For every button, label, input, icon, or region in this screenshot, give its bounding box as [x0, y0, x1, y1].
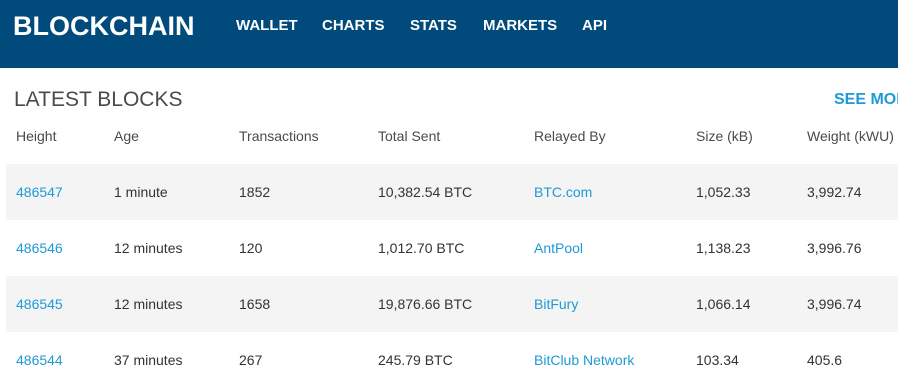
relayed-by-link[interactable]: BTC.com [534, 184, 592, 200]
block-total-sent: 19,876.66 BTC [378, 296, 473, 312]
block-age: 12 minutes [114, 296, 183, 312]
nav-api[interactable]: API [582, 17, 607, 35]
relayed-by-link[interactable]: BitClub Network [534, 352, 634, 368]
block-age: 37 minutes [114, 352, 183, 368]
column-header-relayed-by: Relayed By [534, 128, 606, 144]
column-header-size: Size (kB) [696, 128, 753, 144]
block-size: 1,066.14 [696, 296, 751, 312]
table-row: 486547 1 minute 1852 10,382.54 BTC BTC.c… [6, 164, 898, 220]
block-transactions: 1852 [239, 184, 271, 200]
nav-stats[interactable]: STATS [410, 17, 457, 35]
block-transactions: 120 [239, 240, 263, 256]
block-total-sent: 245.79 BTC [378, 352, 453, 368]
block-height-link[interactable]: 486545 [16, 296, 63, 312]
relayed-by-link[interactable]: BitFury [534, 296, 578, 312]
block-total-sent: 1,012.70 BTC [378, 240, 465, 256]
relayed-by-link[interactable]: AntPool [534, 240, 583, 256]
block-height-link[interactable]: 486544 [16, 352, 63, 368]
column-header-total-sent: Total Sent [378, 128, 441, 144]
column-header-age: Age [114, 128, 139, 144]
block-total-sent: 10,382.54 BTC [378, 184, 473, 200]
table-header-row: Height Age Transactions Total Sent Relay… [6, 108, 898, 164]
table-row: 486544 37 minutes 267 245.79 BTC BitClub… [6, 332, 898, 382]
block-age: 12 minutes [114, 240, 183, 256]
block-transactions: 1658 [239, 296, 271, 312]
block-age: 1 minute [114, 184, 168, 200]
nav-charts[interactable]: CHARTS [322, 17, 385, 35]
block-height-link[interactable]: 486547 [16, 184, 63, 200]
block-size: 1,138.23 [696, 240, 751, 256]
block-weight: 405.6 [807, 352, 843, 368]
block-size: 1,052.33 [696, 184, 751, 200]
block-weight: 3,996.74 [807, 296, 862, 312]
nav-wallet[interactable]: WALLET [236, 17, 298, 35]
block-weight: 3,992.74 [807, 184, 862, 200]
block-transactions: 267 [239, 352, 263, 368]
block-weight: 3,996.76 [807, 240, 862, 256]
block-size: 103.34 [696, 352, 739, 368]
table-row: 486546 12 minutes 120 1,012.70 BTC AntPo… [6, 220, 898, 276]
column-header-transactions: Transactions [239, 128, 319, 144]
nav-markets[interactable]: MARKETS [483, 17, 557, 35]
table-row: 486545 12 minutes 1658 19,876.66 BTC Bit… [6, 276, 898, 332]
blockchain-logo[interactable]: BLOCKCHAIN [13, 9, 195, 43]
see-more-link[interactable]: SEE MORE [834, 91, 898, 109]
top-nav-bar: BLOCKCHAIN WALLET CHARTS STATS MARKETS A… [0, 0, 898, 68]
column-header-height: Height [16, 128, 57, 144]
column-header-weight: Weight (kWU) [807, 128, 894, 144]
block-height-link[interactable]: 486546 [16, 240, 63, 256]
